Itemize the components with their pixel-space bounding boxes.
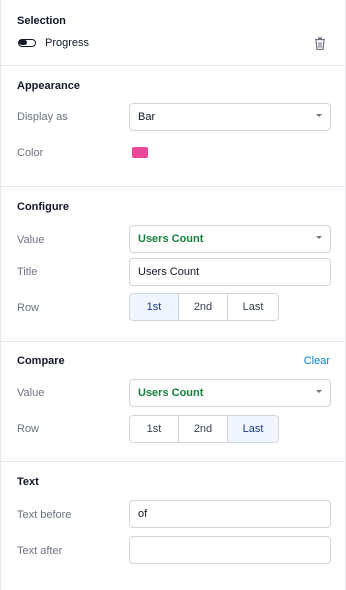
configure-row-last[interactable]: Last	[228, 294, 278, 320]
configure-value-label: Value	[17, 234, 45, 246]
configure-title-label: Title	[17, 266, 38, 278]
toggle-icon	[18, 39, 36, 47]
configure-row-1st[interactable]: 1st	[130, 294, 179, 320]
chevron-down-icon	[316, 114, 322, 117]
configure-section: Configure Value Users Count Title Users …	[1, 187, 346, 342]
display-as-label: Display as	[17, 111, 68, 123]
text-before-input[interactable]: of	[129, 500, 331, 528]
configure-value-selected: Users Count	[138, 233, 204, 245]
configure-value-select[interactable]: Users Count	[129, 225, 331, 253]
text-after-label: Text after	[17, 545, 63, 557]
configure-row-label: Row	[17, 302, 40, 314]
color-swatch[interactable]	[132, 147, 148, 158]
compare-row-2nd[interactable]: 2nd	[179, 416, 228, 442]
text-title: Text	[17, 476, 39, 488]
compare-row-last[interactable]: Last	[228, 416, 278, 442]
compare-value-selected: Users Count	[138, 387, 204, 399]
color-label: Color	[17, 147, 44, 159]
compare-value-select[interactable]: Users Count	[129, 379, 331, 407]
trash-icon[interactable]	[314, 37, 326, 50]
appearance-section: Appearance Display as Bar Color	[1, 66, 346, 187]
compare-row-segmented: 1st 2nd Last	[129, 415, 279, 443]
selection-title: Selection	[17, 15, 66, 27]
compare-row-1st[interactable]: 1st	[130, 416, 179, 442]
selection-section: Selection Progress	[1, 0, 346, 66]
text-before-label: Text before	[17, 509, 72, 521]
display-as-value: Bar	[138, 111, 156, 123]
text-before-value: of	[138, 508, 148, 520]
compare-title: Compare	[17, 355, 65, 367]
compare-clear-link[interactable]: Clear	[304, 355, 330, 367]
compare-section: Compare Clear Value Users Count Row 1st …	[1, 342, 346, 462]
text-section: Text Text before of Text after	[1, 462, 346, 590]
selection-item-name: Progress	[45, 37, 90, 49]
compare-row-label: Row	[17, 423, 40, 435]
configure-row-segmented: 1st 2nd Last	[129, 293, 279, 321]
appearance-title: Appearance	[17, 80, 80, 92]
configure-title-input[interactable]: Users Count	[129, 258, 331, 286]
chevron-down-icon	[316, 236, 322, 239]
display-as-select[interactable]: Bar	[129, 103, 331, 131]
compare-value-label: Value	[17, 387, 45, 399]
configure-title: Configure	[17, 201, 69, 213]
chevron-down-icon	[316, 390, 322, 393]
configure-title-value: Users Count	[138, 266, 200, 278]
text-after-input[interactable]	[129, 536, 331, 564]
configure-row-2nd[interactable]: 2nd	[179, 294, 228, 320]
properties-panel: Selection Progress Appearance Display as…	[0, 0, 346, 590]
